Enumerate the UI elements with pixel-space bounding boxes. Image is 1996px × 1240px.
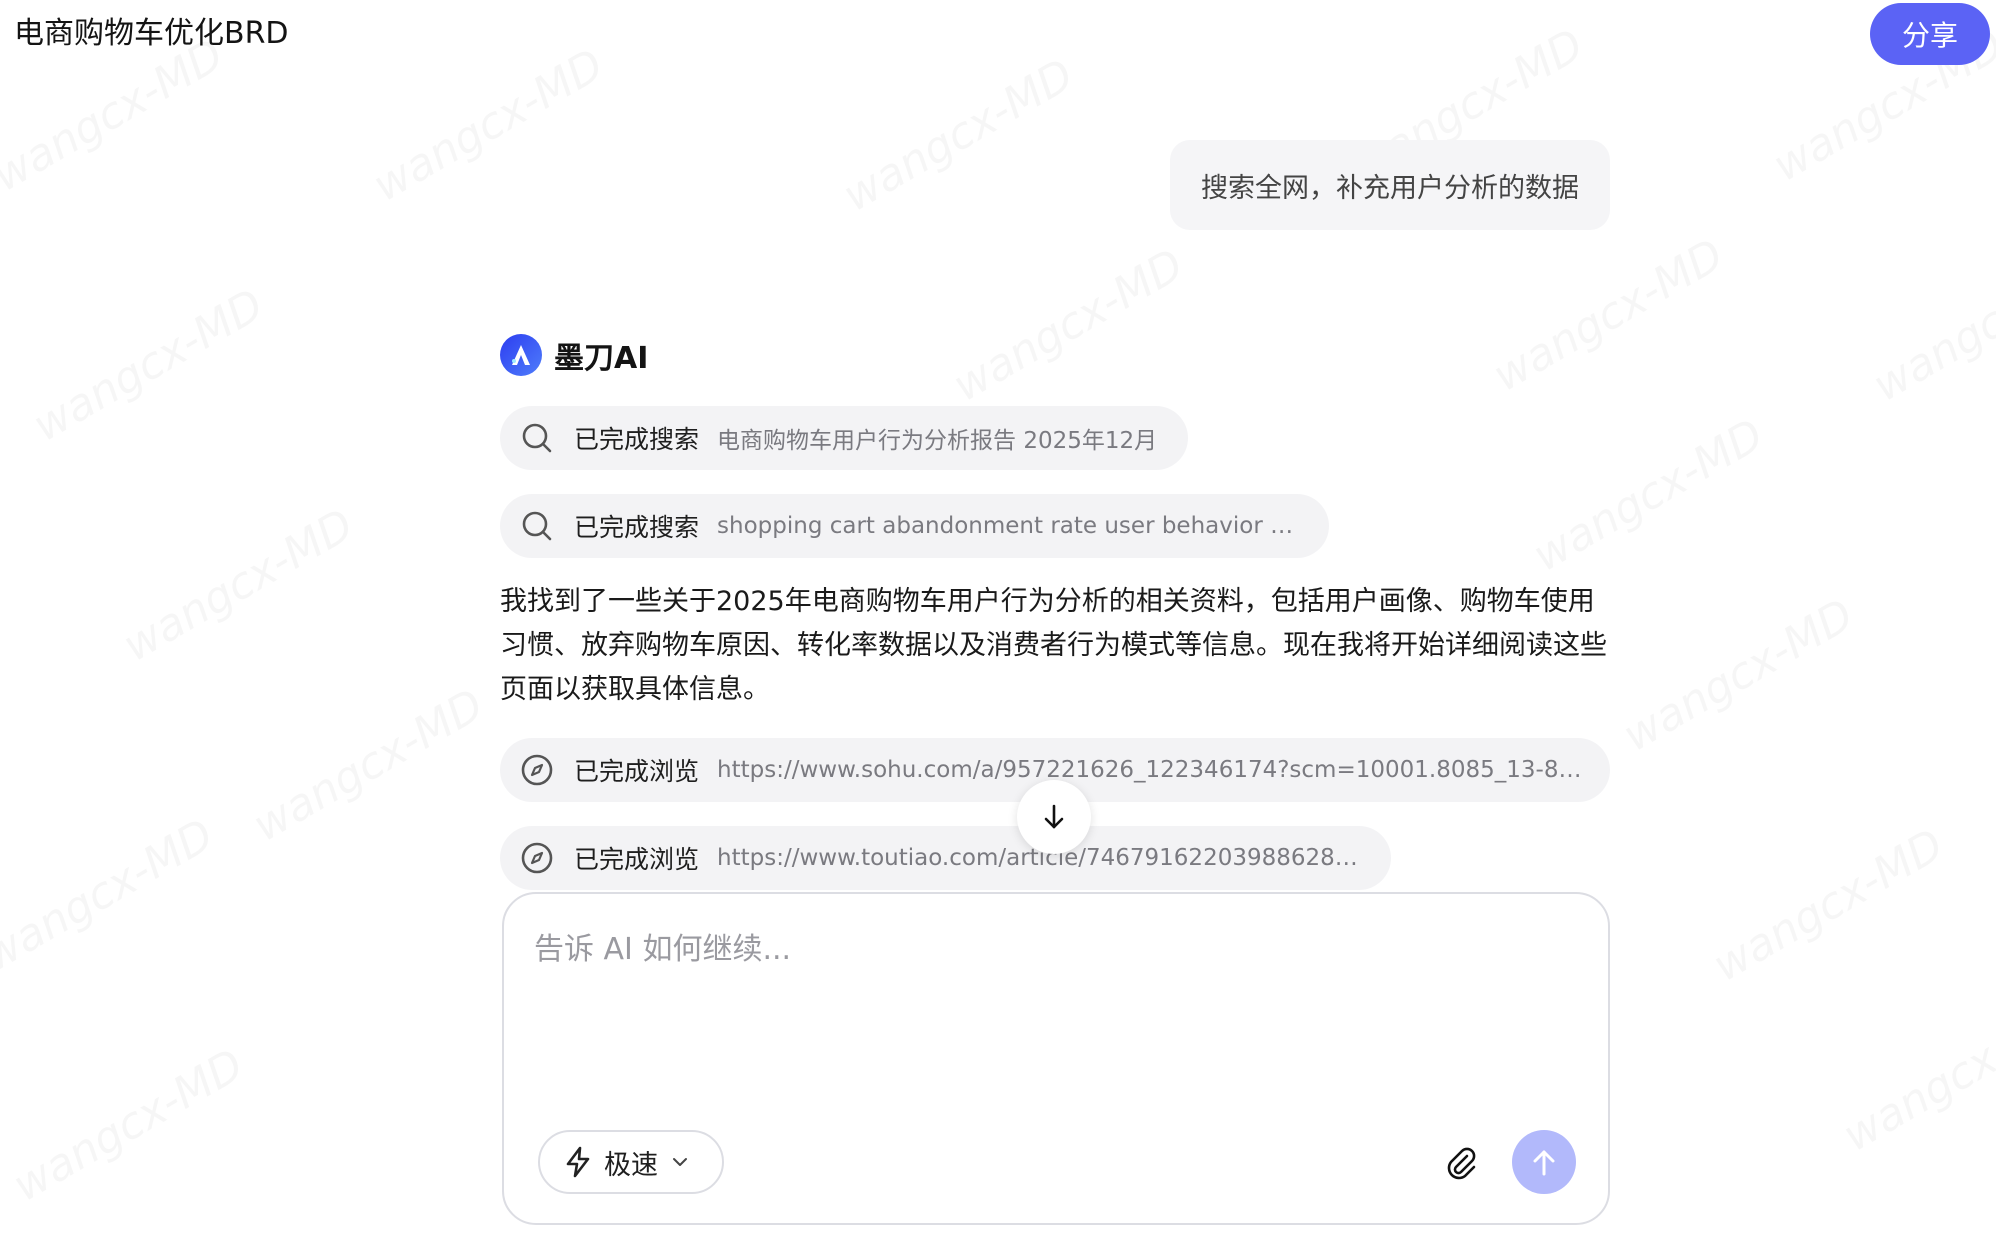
watermark-text: wangcx-MD xyxy=(1484,229,1732,402)
speed-mode-select[interactable]: 极速 xyxy=(538,1130,724,1194)
user-message-bubble: 搜索全网，补充用户分析的数据 xyxy=(1170,140,1610,230)
watermark-text: wangcx-MD xyxy=(244,679,492,852)
watermark-text: wangcx-MD xyxy=(1614,589,1862,762)
step-status: 已完成搜索 xyxy=(574,513,700,542)
chevron-down-icon xyxy=(673,1158,687,1166)
watermark-text: wangcx-MD xyxy=(834,49,1082,222)
paperclip-icon xyxy=(1447,1147,1476,1180)
compass-icon xyxy=(521,754,553,786)
assistant-header: 墨刀AI xyxy=(500,333,648,377)
watermark-text: wangcx-MD xyxy=(0,809,222,982)
watermark-text: wangcx-MD xyxy=(1704,819,1952,992)
browse-step[interactable]: 已完成浏览 https://www.toutiao.com/article/74… xyxy=(500,826,1391,890)
page-title: 电商购物车优化BRD xyxy=(14,16,289,51)
speed-mode-label: 极速 xyxy=(604,1149,658,1181)
watermark-text: wangcx-MD xyxy=(944,239,1192,412)
attach-button[interactable] xyxy=(1436,1138,1486,1188)
step-status: 已完成浏览 xyxy=(574,757,700,786)
watermark-text: wangcx-MD xyxy=(114,499,362,672)
step-detail: 电商购物车用户行为分析报告 2025年12月 xyxy=(717,428,1158,454)
search-step[interactable]: 已完成搜索 电商购物车用户行为分析报告 2025年12月 xyxy=(500,406,1188,470)
message-input[interactable] xyxy=(534,924,1574,1084)
assistant-message: 我找到了一些关于2025年电商购物车用户行为分析的相关资料，包括用户画像、购物车… xyxy=(500,586,1607,705)
step-detail: shopping cart abandonment rate user beha… xyxy=(717,513,1307,539)
compass-icon xyxy=(521,842,553,874)
arrow-down-icon xyxy=(1044,804,1064,829)
scroll-to-bottom-button[interactable] xyxy=(1017,780,1091,854)
search-icon xyxy=(522,511,552,541)
message-composer: 极速 xyxy=(502,892,1610,1225)
search-step[interactable]: 已完成搜索 shopping cart abandonment rate use… xyxy=(500,494,1329,558)
search-icon xyxy=(522,423,552,453)
share-button[interactable]: 分享 xyxy=(1870,3,1990,65)
watermark-text: wangcx-MD xyxy=(0,29,232,202)
arrow-up-icon xyxy=(1533,1150,1555,1176)
lightning-icon xyxy=(566,1146,590,1178)
watermark-text: wangcx-MD xyxy=(4,1039,252,1212)
watermark-text: wangcx-MD xyxy=(364,39,612,212)
ai-logo-icon xyxy=(500,334,542,376)
watermark-text: wangcx-MD xyxy=(1864,239,1996,412)
assistant-name: 墨刀AI xyxy=(554,341,649,376)
step-status: 已完成搜索 xyxy=(574,425,700,454)
watermark-text: wangcx-MD xyxy=(1834,989,1996,1162)
watermark-text: wangcx-MD xyxy=(1524,409,1772,582)
send-button[interactable] xyxy=(1512,1130,1576,1194)
user-message-text: 搜索全网，补充用户分析的数据 xyxy=(1201,172,1579,204)
chat-page: wangcx-MD wangcx-MD wangcx-MD wangcx-MD … xyxy=(0,0,1996,1240)
step-detail: https://www.sohu.com/a/957221626_1223461… xyxy=(717,757,1588,783)
watermark-text: wangcx-MD xyxy=(24,279,272,452)
step-status: 已完成浏览 xyxy=(574,845,700,874)
